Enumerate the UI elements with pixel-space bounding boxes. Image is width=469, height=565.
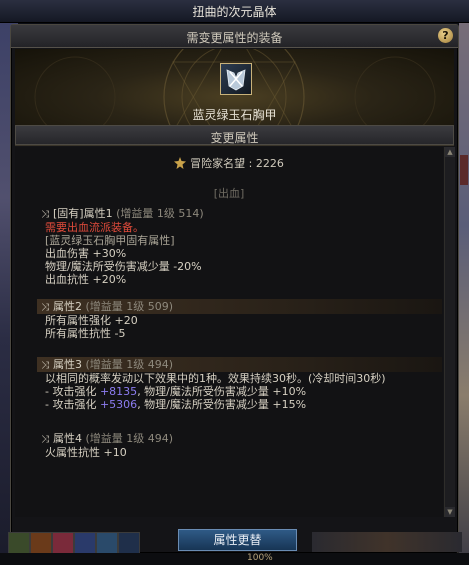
attribute-3-line-3-prefix: - 攻击强化 xyxy=(45,398,100,411)
shuffle-icon: ⤨ xyxy=(41,209,49,220)
attribute-4-gain: (增益量 1级 494) xyxy=(85,432,174,445)
attribute-3-name: 属性3 xyxy=(53,358,82,371)
attribute-2-line-1: 所有属性强化 +20 xyxy=(45,314,138,327)
fame-label: 冒险家名望 : 2226 xyxy=(190,157,284,170)
attribute-1-gain: (增益量 1级 514) xyxy=(116,207,204,220)
attribute-4[interactable]: ⤨ 属性4 (增益量 1级 494) 火属性抗性 +10 xyxy=(41,432,173,459)
shuffle-icon: ⤨ xyxy=(41,434,49,445)
scroll-down-icon[interactable]: ▼ xyxy=(445,507,455,517)
attribute-3-line-1: 以相同的概率发动以下效果中的1种。效果持续30秒。(冷却时间30秒) xyxy=(45,372,386,385)
section-label: [出血] xyxy=(213,187,245,200)
attribute-3-line-2-suffix: , 物理/魔法所受伤害减少量 +10% xyxy=(137,385,307,398)
attribute-3-gain: (增益量 1级 494) xyxy=(85,358,174,371)
background-scene-right xyxy=(459,0,469,565)
top-title: 扭曲的次元晶体 xyxy=(192,5,277,19)
quick-slot-1[interactable] xyxy=(8,532,30,554)
attribute-change-window: 需变更属性的装备 ? 蓝灵绿玉石胸甲 变更属性 冒险家名望 : 2226 [出血… xyxy=(10,24,459,554)
attribute-1-line-4: 物理/魔法所受伤害减少量 -20% xyxy=(45,260,202,273)
attribute-3-line-3-suffix: , 物理/魔法所受伤害减少量 +15% xyxy=(137,398,307,411)
quick-slot-6[interactable] xyxy=(118,532,140,554)
attribute-list-scrollbar[interactable]: ▲ ▼ xyxy=(444,147,455,517)
window-header: 需变更属性的装备 ? xyxy=(11,25,458,48)
attribute-1: ⤨ [固有]属性1 (增益量 1级 514) 需要出血流派装备。 [蓝灵绿玉石胸甲… xyxy=(41,207,204,286)
attribute-2-name: 属性2 xyxy=(53,300,82,313)
right-status-decoration xyxy=(312,532,462,552)
bottom-status-bar: 100% xyxy=(0,553,469,565)
shuffle-icon: ⤨ xyxy=(41,302,49,313)
background-tag xyxy=(460,155,468,185)
fame-icon xyxy=(174,157,187,169)
scroll-up-icon[interactable]: ▲ xyxy=(445,147,455,157)
attribute-1-line-5: 出血抗性 +20% xyxy=(45,273,127,286)
window-title: 需变更属性的装备 xyxy=(186,31,283,45)
quick-slot-2[interactable] xyxy=(30,532,52,554)
attribute-3-line-2-prefix: - 攻击强化 xyxy=(45,385,100,398)
chest-armor-icon[interactable] xyxy=(220,63,252,95)
top-title-bar: 扭曲的次元晶体 xyxy=(0,0,469,23)
attribute-3-header: ⤨ 属性3 (增益量 1级 494) xyxy=(41,358,386,372)
item-name: 蓝灵绿玉石胸甲 xyxy=(192,108,277,122)
attribute-1-line-1: 需要出血流派装备。 xyxy=(45,221,144,234)
attribute-3-line-2: - 攻击强化 +8135, 物理/魔法所受伤害减少量 +10% xyxy=(41,385,386,398)
attribute-3-line-3: - 攻击强化 +5306, 物理/魔法所受伤害减少量 +15% xyxy=(41,398,386,411)
attribute-list-panel[interactable]: 冒险家名望 : 2226 [出血] ⤨ [固有]属性1 (增益量 1级 514) … xyxy=(15,147,443,517)
attack-boost-value-2: +5306 xyxy=(99,398,138,411)
quick-slot-4[interactable] xyxy=(74,532,96,554)
attribute-1-name: [固有]属性1 xyxy=(53,207,113,220)
change-attribute-button[interactable]: 属性更替 xyxy=(178,529,297,551)
attack-boost-value-1: +8135 xyxy=(99,385,138,398)
help-icon[interactable]: ? xyxy=(438,28,453,43)
attribute-2[interactable]: ⤨ 属性2 (增益量 1级 509) 所有属性强化 +20 所有属性抗性 -5 xyxy=(41,300,173,340)
shuffle-icon: ⤨ xyxy=(41,360,49,371)
attribute-2-gain: (增益量 1级 509) xyxy=(85,300,174,313)
attribute-1-line-3: 出血伤害 +30% xyxy=(45,247,127,260)
attribute-2-line-2: 所有属性抗性 -5 xyxy=(45,327,126,340)
attribute-1-header: ⤨ [固有]属性1 (增益量 1级 514) xyxy=(41,207,204,221)
adventurer-fame: 冒险家名望 : 2226 xyxy=(15,155,443,171)
attribute-2-header: ⤨ 属性2 (增益量 1级 509) xyxy=(41,300,173,314)
quick-slot-3[interactable] xyxy=(52,532,74,554)
attribute-4-header: ⤨ 属性4 (增益量 1级 494) xyxy=(41,432,173,446)
quick-slot-5[interactable] xyxy=(96,532,118,554)
change-attribute-header: 变更属性 xyxy=(15,125,454,145)
attribute-1-line-2: [蓝灵绿玉石胸甲固有属性] xyxy=(45,234,175,247)
attribute-4-name: 属性4 xyxy=(53,432,82,445)
attribute-4-line-1: 火属性抗性 +10 xyxy=(45,446,127,459)
attribute-3[interactable]: ⤨ 属性3 (增益量 1级 494) 以相同的概率发动以下效果中的1种。效果持续3… xyxy=(41,358,386,411)
change-attribute-title: 变更属性 xyxy=(210,131,259,145)
quick-slot-bar xyxy=(8,532,140,554)
bottom-percent: 100% xyxy=(247,553,273,563)
